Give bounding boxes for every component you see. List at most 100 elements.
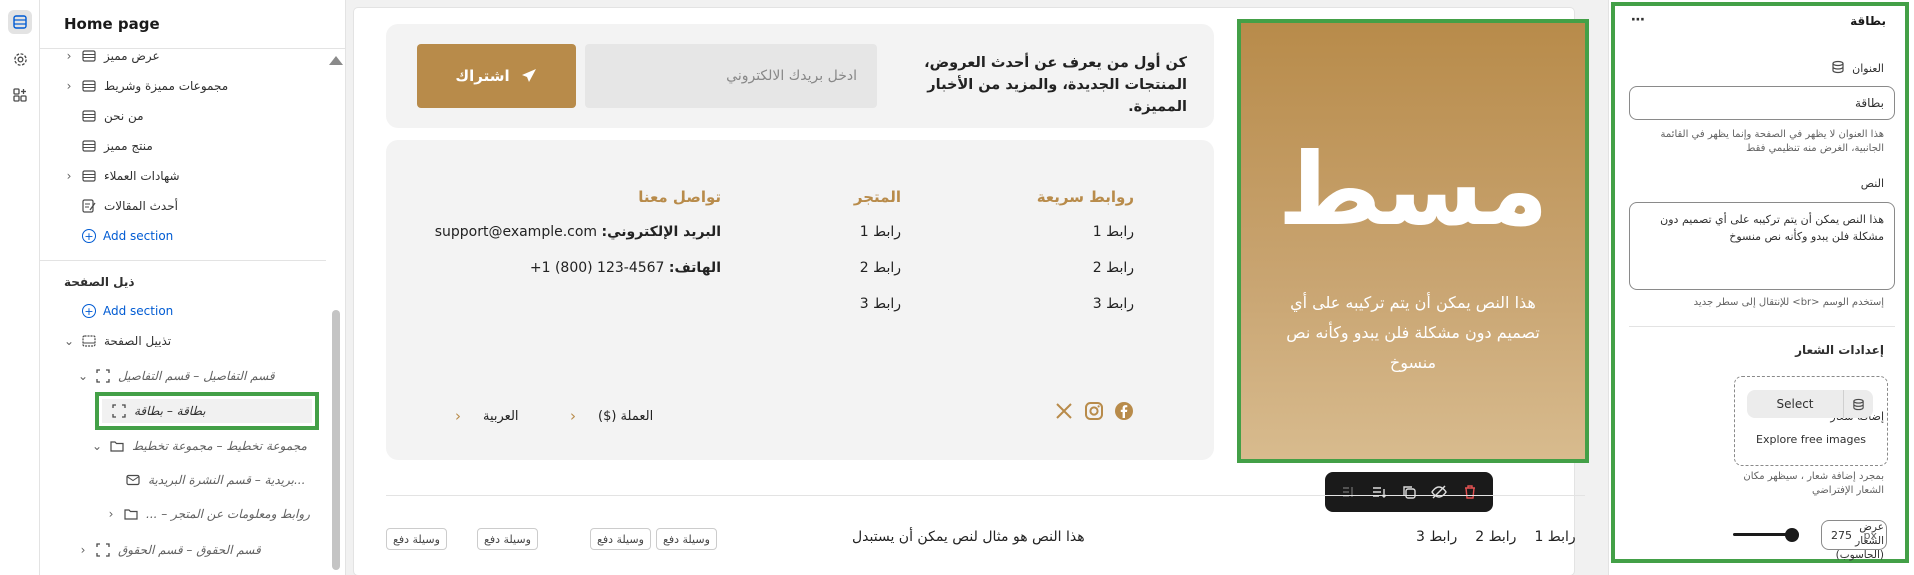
footer-link[interactable]: رابط 2 (934, 258, 1134, 294)
section-item[interactable]: › عرض مميز (62, 44, 160, 68)
add-section-button[interactable]: + Add section (82, 224, 173, 248)
gear-icon[interactable] (8, 47, 32, 71)
chevron-right-icon[interactable]: › (62, 169, 76, 183)
footer-link[interactable]: رابط 1 (934, 222, 1134, 258)
block-label: مجموعة تخطيط – مجموعة تخطيط (132, 439, 307, 453)
folder-icon (108, 438, 126, 454)
add-section-button[interactable]: + Add section (82, 299, 173, 323)
mail-icon (124, 472, 142, 488)
contact-phone: الهاتف: +1 (800) 123-4567 (431, 258, 721, 294)
select-button[interactable]: Select (1747, 390, 1873, 418)
database-icon[interactable] (1831, 60, 1845, 74)
block-label: قسم الحقوق – قسم الحقوق (118, 543, 261, 557)
section-item[interactable]: › مجموعات مميزة وشريط (62, 74, 229, 98)
block-item-selected[interactable]: بطاقة – بطاقة (102, 399, 312, 423)
newsletter-text: كن أول من يعرف عن أحدث العروض، المنتجات … (887, 52, 1187, 118)
divider (386, 495, 1585, 496)
chevron-right-icon[interactable]: › (76, 543, 90, 557)
section-label: من نحن (104, 109, 144, 123)
section-icon (80, 78, 98, 94)
phone-value[interactable]: +1 (800) 123-4567 (530, 260, 665, 276)
x-twitter-icon[interactable] (1053, 400, 1075, 422)
section-item[interactable]: أحدث المقالات (76, 194, 178, 218)
move-down-icon[interactable] (1371, 484, 1387, 500)
newsletter-line: كن أول من يعرف عن أحدث العروض، (924, 55, 1187, 71)
footer-section-item[interactable]: ⌄ تذييل الصفحة (62, 329, 171, 353)
delete-icon[interactable] (1462, 484, 1478, 500)
footer-link[interactable]: رابط 2 (751, 258, 901, 294)
duplicate-icon[interactable] (1401, 484, 1417, 500)
footer-icon (80, 333, 98, 349)
store-column: المتجر رابط 1 رابط 2 رابط 3 (751, 188, 901, 330)
section-item[interactable]: منتج مميز (76, 134, 153, 158)
text-area[interactable]: هذا النص يمكن أن يتم تركيبه على أي تصميم… (1629, 202, 1895, 290)
chevron-down-icon[interactable]: ⌄ (90, 439, 104, 453)
bottom-links: رابط 1 رابط 2 رابط 3 (1416, 529, 1576, 545)
chevron-left-icon: ‹ (570, 407, 576, 425)
block-item[interactable]: بريدية – قسم النشرة البريدية... (120, 468, 305, 492)
payment-badge: وسيلة دفع (477, 528, 538, 550)
bottom-link[interactable]: رابط 2 (1475, 529, 1516, 545)
chevron-down-icon[interactable]: ⌄ (62, 334, 76, 348)
footer-link[interactable]: رابط 1 (751, 222, 901, 258)
chevron-right-icon[interactable]: › (62, 49, 76, 63)
block-item[interactable]: ⌄ قسم التفاصيل – قسم التفاصيل (76, 364, 275, 388)
settings-panel: بطاقة ⋯ العنوان بطاقة هذا العنوان لا يظه… (1608, 0, 1914, 575)
logo-help: بمجرد إضافة شعار ، سيظهر مكان الشعار الإ… (1743, 471, 1884, 496)
title-input[interactable]: بطاقة (1629, 86, 1895, 120)
section-label: أحدث المقالات (104, 199, 178, 213)
footer-group-title: ذيل الصفحة (64, 275, 135, 289)
logo-width-input[interactable]: 275 px (1821, 520, 1887, 550)
card-block[interactable]: مسط هذا النص يمكن أن يتم تركيبه على أي ت… (1237, 19, 1589, 463)
section-icon (80, 138, 98, 154)
unit-label: px (1863, 528, 1878, 542)
logo-dropzone[interactable]: Select Explore free images (1734, 376, 1888, 466)
payment-badge: وسيلة دفع (656, 528, 717, 550)
phone-label: الهاتف: (668, 260, 721, 276)
email-input[interactable]: ادخل بريدك الالكتروني (585, 44, 877, 108)
block-item[interactable]: › ... – روابط ومعلومات عن المتجر (104, 502, 310, 526)
logo-width-slider[interactable] (1733, 528, 1800, 542)
scroll-up-icon[interactable] (329, 56, 343, 65)
move-up-icon[interactable] (1340, 484, 1356, 500)
copyright-text: هذا النص هو مثال لنص يمكن أن يستبدل (852, 529, 1085, 545)
block-label: ... – روابط ومعلومات عن المتجر (146, 507, 310, 521)
sections-icon[interactable] (8, 10, 32, 34)
block-icon (94, 368, 112, 384)
chevron-down-icon[interactable]: ⌄ (76, 369, 90, 383)
apps-icon[interactable] (8, 83, 32, 107)
chevron-right-icon[interactable]: › (62, 79, 76, 93)
explore-link[interactable]: Explore free images (1735, 433, 1887, 446)
facebook-icon[interactable] (1113, 400, 1135, 422)
section-icon (80, 48, 98, 64)
footer-link[interactable]: رابط 3 (751, 294, 901, 330)
subscribe-button[interactable]: اشتراك (417, 44, 576, 108)
chevron-right-icon[interactable]: › (104, 507, 118, 521)
email-value[interactable]: support@example.com (435, 224, 597, 240)
scrollbar[interactable] (332, 310, 340, 570)
divider (40, 260, 326, 261)
section-label: مجموعات مميزة وشريط (104, 79, 229, 93)
block-item[interactable]: ⌄ مجموعة تخطيط – مجموعة تخطيط (90, 434, 307, 458)
quick-links-column: روابط سريعة رابط 1 رابط 2 رابط 3 (934, 188, 1134, 330)
icon-rail (0, 0, 40, 575)
add-section-label: Add section (103, 304, 174, 318)
panel-title: بطاقة (1850, 14, 1886, 28)
section-icon (80, 108, 98, 124)
hide-icon[interactable] (1431, 484, 1448, 500)
bottom-link[interactable]: رابط 3 (1416, 529, 1457, 545)
section-item[interactable]: من نحن (76, 104, 144, 128)
contact-email: البريد الإلكتروني: support@example.com (431, 222, 721, 258)
block-item[interactable]: › قسم الحقوق – قسم الحقوق (76, 538, 261, 562)
section-item[interactable]: › شهادات العملاء (62, 164, 180, 188)
database-icon (1843, 390, 1873, 418)
instagram-icon[interactable] (1083, 400, 1105, 422)
currency-selector[interactable]: العملة ($) ‹ (570, 407, 653, 425)
language-selector[interactable]: العربية ‹ (455, 407, 519, 425)
more-icon[interactable]: ⋯ (1631, 12, 1646, 28)
footer-link[interactable]: رابط 3 (934, 294, 1134, 330)
currency-label: العملة ($) (598, 408, 654, 424)
block-label: قسم التفاصيل – قسم التفاصيل (118, 369, 275, 383)
title-help: هذا العنوان لا يظهر في الصفحة وإنما يظهر… (1660, 129, 1884, 154)
bottom-link[interactable]: رابط 1 (1534, 529, 1575, 545)
